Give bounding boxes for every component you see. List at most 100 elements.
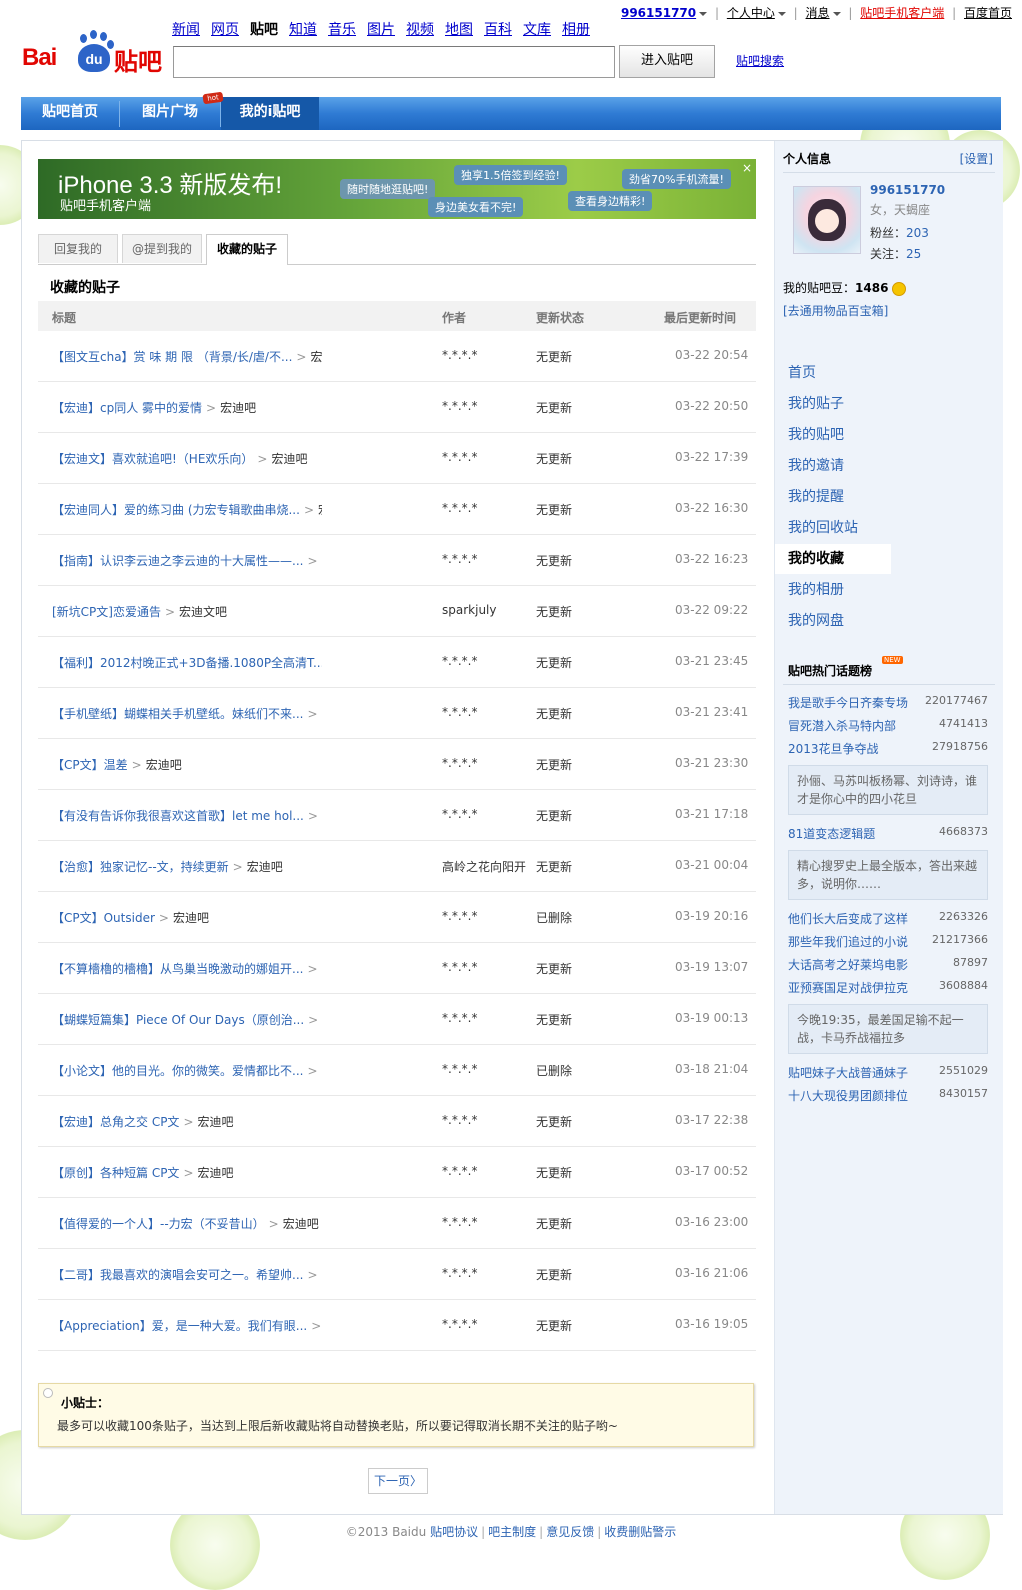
- baidu-tieba-logo[interactable]: Bai du 贴吧: [22, 30, 162, 76]
- messages-menu[interactable]: 消息: [806, 6, 830, 20]
- nav-zhidao[interactable]: 知道: [289, 19, 317, 39]
- sidebar-nav-item[interactable]: 我的贴吧: [775, 420, 891, 450]
- nav-map[interactable]: 地图: [445, 19, 473, 39]
- tab-replies[interactable]: 回复我的: [38, 234, 118, 263]
- baidu-home-link[interactable]: 百度首页: [964, 6, 1012, 20]
- username-menu[interactable]: 996151770: [621, 6, 696, 20]
- next-page-button[interactable]: 下一页〉: [368, 1468, 428, 1494]
- hot-topic-name[interactable]: 81道变态逻辑题: [788, 825, 875, 842]
- enter-tieba-button[interactable]: 进入贴吧: [619, 45, 715, 78]
- hot-topic-name[interactable]: 贴吧妹子大战普通妹子: [788, 1064, 908, 1081]
- hot-topic-item[interactable]: 十八大现役男团颜排位8430157: [788, 1087, 988, 1107]
- hot-topic-item[interactable]: 2013花旦争夺战27918756: [788, 740, 988, 760]
- post-title-link[interactable]: 【CP文】温差: [52, 758, 128, 772]
- forum-link[interactable]: 宏迪吧: [247, 860, 283, 874]
- hot-topic-item[interactable]: 那些年我们追过的小说21217366: [788, 933, 988, 953]
- personal-center-menu[interactable]: 个人中心: [727, 6, 775, 20]
- treasure-box-link[interactable]: [去通用物品百宝箱]: [783, 302, 888, 319]
- forum-link[interactable]: 宏迪吧: [173, 911, 209, 925]
- nav-news[interactable]: 新闻: [172, 19, 200, 39]
- follow-value[interactable]: 25: [906, 247, 921, 261]
- hot-topic-item[interactable]: 亚预赛国足对战伊拉克3608884: [788, 979, 988, 999]
- nav-tieba-home[interactable]: 贴吧首页: [21, 97, 119, 130]
- nav-my-itieba[interactable]: 我的i贴吧: [221, 97, 319, 130]
- profile-username[interactable]: 996151770: [870, 183, 945, 197]
- forum-link[interactable]: 宏迪文吧: [179, 605, 227, 619]
- chevron-down-icon[interactable]: [778, 12, 786, 16]
- nav-baike[interactable]: 百科: [484, 19, 512, 39]
- hot-topic-name[interactable]: 2013花旦争夺战: [788, 740, 879, 757]
- hot-topic-item[interactable]: 他们长大后变成了这样2263326: [788, 910, 988, 930]
- forum-link[interactable]: 宏迪吧: [198, 1115, 234, 1129]
- tab-mentions[interactable]: @提到我的: [122, 234, 202, 263]
- forum-link[interactable]: 宏迪吧: [220, 401, 256, 415]
- tab-favorites[interactable]: 收藏的贴子: [206, 234, 288, 265]
- nav-music[interactable]: 音乐: [328, 19, 356, 39]
- close-icon[interactable]: ×: [742, 161, 752, 175]
- mobile-client-link[interactable]: 贴吧手机客户端: [860, 6, 944, 20]
- post-title-link[interactable]: 【福利】2012村晚正式+3D备播.1080P全高清T...: [52, 656, 322, 670]
- sidebar-nav-item[interactable]: 我的邀请: [775, 451, 891, 481]
- post-title-link[interactable]: 【手机壁纸】蝴蝶相关手机壁纸。妹纸们不来...: [52, 707, 303, 721]
- fans-value[interactable]: 203: [906, 226, 929, 240]
- footer-link-agreement[interactable]: 贴吧协议: [430, 1525, 478, 1539]
- nav-images[interactable]: 图片: [367, 19, 395, 39]
- post-title-link[interactable]: 【有没有告诉你我很喜欢这首歌】let me hol...: [52, 809, 304, 823]
- hot-topic-item[interactable]: 81道变态逻辑题4668373: [788, 825, 988, 845]
- forum-link[interactable]: 宏迪吧: [271, 452, 307, 466]
- post-title-link[interactable]: 【不算檣櫓的檣櫓】从鸟巢当晚激动的娜姐开...: [52, 962, 303, 976]
- forum-link[interactable]: 宏迪吧: [283, 1217, 319, 1231]
- forum-link[interactable]: 宏迪吧: [198, 1166, 234, 1180]
- post-title-link[interactable]: 【宏迪】cp同人 雾中的爱情: [52, 401, 202, 415]
- post-title-link[interactable]: 【CP文】Outsider: [52, 911, 155, 925]
- hot-topic-name[interactable]: 冒死潜入杀马特内部: [788, 717, 896, 734]
- hot-topic-item[interactable]: 我是歌手今日齐秦专场220177467: [788, 694, 988, 714]
- hot-topic-name[interactable]: 他们长大后变成了这样: [788, 910, 908, 927]
- chevron-down-icon[interactable]: [699, 12, 707, 16]
- post-title-link[interactable]: 【指南】认识李云迪之李云迪的十大属性——...: [52, 554, 303, 568]
- sidebar-nav-item[interactable]: 我的收藏: [775, 544, 891, 574]
- sidebar-nav-item[interactable]: 我的贴子: [775, 389, 891, 419]
- sidebar-nav-item[interactable]: 我的回收站: [775, 513, 891, 543]
- sidebar-nav-item[interactable]: 我的提醒: [775, 482, 891, 512]
- hot-topic-item[interactable]: 冒死潜入杀马特内部4741413: [788, 717, 988, 737]
- hot-topic-name[interactable]: 十八大现役男团颜排位: [788, 1087, 908, 1104]
- post-title-link[interactable]: 【蝴蝶短篇集】Piece Of Our Days（原创治...: [52, 1013, 304, 1027]
- hot-topic-name[interactable]: 亚预赛国足对战伊拉克: [788, 979, 908, 996]
- nav-web[interactable]: 网页: [211, 19, 239, 39]
- post-title-link[interactable]: 【值得爱的一个人】--力宏（不妥昔山）: [52, 1217, 265, 1231]
- chevron-down-icon[interactable]: [833, 12, 841, 16]
- sidebar-nav-item[interactable]: 首页: [775, 358, 891, 388]
- post-title-link[interactable]: [新坑CP文]恋爱通告: [52, 605, 161, 619]
- post-title-link[interactable]: 【图文互cha】赏 味 期 限 （背景/长/虐/不...: [52, 350, 292, 364]
- search-input[interactable]: [173, 46, 615, 78]
- sidebar-nav-item[interactable]: 我的相册: [775, 575, 891, 605]
- settings-link[interactable]: [设置]: [960, 150, 993, 167]
- footer-link-moderator[interactable]: 吧主制度: [488, 1525, 536, 1539]
- hot-topic-item[interactable]: 贴吧妹子大战普通妹子2551029: [788, 1064, 988, 1084]
- nav-tieba[interactable]: 贴吧: [250, 19, 278, 39]
- post-title-link[interactable]: 【原创】各种短篇 CP文: [52, 1166, 179, 1180]
- post-title-link[interactable]: 【治愈】独家记忆--文，持续更新: [52, 860, 229, 874]
- post-title-link[interactable]: 【小论文】他的目光。你的微笑。爱情都比不...: [52, 1064, 303, 1078]
- hot-topic-name[interactable]: 那些年我们追过的小说: [788, 933, 908, 950]
- footer-link-fee-warning[interactable]: 收费删贴警示: [604, 1525, 676, 1539]
- post-title-link[interactable]: 【二哥】我最喜欢的演唱会安可之一。希望帅...: [52, 1268, 303, 1282]
- hot-topic-item[interactable]: 大话高考之好莱坞电影87897: [788, 956, 988, 976]
- hot-topic-name[interactable]: 大话高考之好莱坞电影: [788, 956, 908, 973]
- nav-album[interactable]: 相册: [562, 19, 590, 39]
- tieba-search-link[interactable]: 贴吧搜索: [736, 52, 784, 69]
- post-title-link[interactable]: 【宏迪同人】爱的练习曲 (力宏专辑歌曲串烧...: [52, 503, 300, 517]
- forum-link[interactable]: 宏迪吧: [146, 758, 182, 772]
- nav-video[interactable]: 视频: [406, 19, 434, 39]
- avatar[interactable]: [793, 186, 861, 254]
- footer-link-feedback[interactable]: 意见反馈: [546, 1525, 594, 1539]
- post-title-link[interactable]: 【Appreciation】爱，是一种大爱。我们有眼...: [52, 1319, 307, 1333]
- post-title-link[interactable]: 【宏迪文】喜欢就追吧!（HE欢乐向）: [52, 452, 253, 466]
- post-title-link[interactable]: 【宏迪】总角之交 CP文: [52, 1115, 179, 1129]
- iphone-client-banner[interactable]: iPhone 3.3 新版发布! 贴吧手机客户端 随时随地逛贴吧! 独享1.5倍…: [38, 159, 756, 219]
- forum-link[interactable]: 宏迪吧: [310, 350, 322, 364]
- sidebar-nav-item[interactable]: 我的网盘: [775, 606, 891, 636]
- hot-topic-name[interactable]: 我是歌手今日齐秦专场: [788, 694, 908, 711]
- forum-link[interactable]: 宏迪吧: [318, 503, 322, 517]
